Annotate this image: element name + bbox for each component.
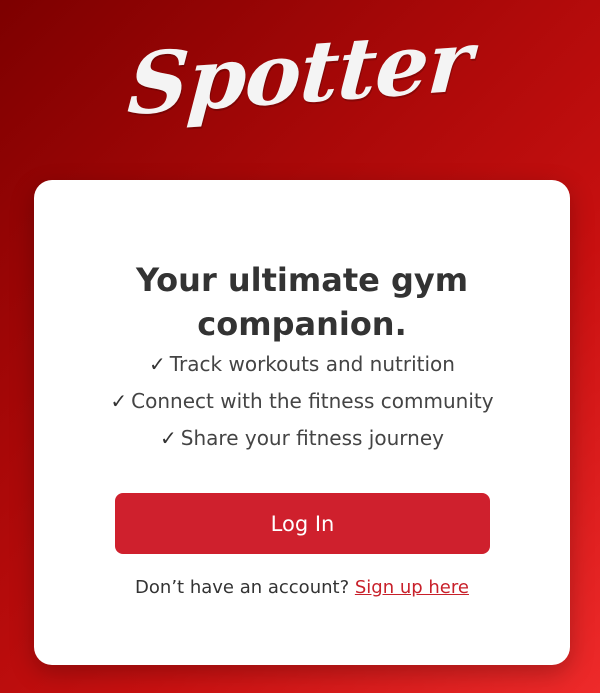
login-page: { "brand": { "logo_text": "Spotter", "ba… — [0, 0, 600, 693]
headline: Your ultimate gym companion. — [135, 261, 469, 343]
feature-text: Track workouts and nutrition — [169, 352, 455, 376]
feature-list: ✓ Track workouts and nutrition ✓ Connect w… — [34, 346, 570, 457]
checkmark-icon: ✓ — [160, 426, 177, 450]
logo: Spotter — [0, 11, 600, 135]
checkmark-icon: ✓ — [110, 389, 128, 413]
feature-item: ✓ Track workouts and nutrition — [34, 346, 570, 383]
logo-text: Spotter — [125, 10, 475, 135]
login-card: Your ultimate gym companion. ✓ Track work… — [34, 180, 570, 665]
checkmark-icon: ✓ — [149, 352, 166, 376]
feature-text: Share your fitness journey — [180, 426, 444, 450]
signup-prompt-line: Don’t have an account? Sign up here — [34, 574, 570, 602]
signup-prompt: Don’t have an account? — [135, 577, 350, 598]
feature-item: ✓ Share your fitness journey — [34, 420, 570, 457]
login-button[interactable]: Log In — [115, 493, 490, 554]
feature-item: ✓ Connect with the fitness community — [34, 383, 570, 420]
feature-text: Connect with the fitness community — [131, 389, 494, 413]
signup-link[interactable]: Sign up here — [355, 577, 469, 598]
